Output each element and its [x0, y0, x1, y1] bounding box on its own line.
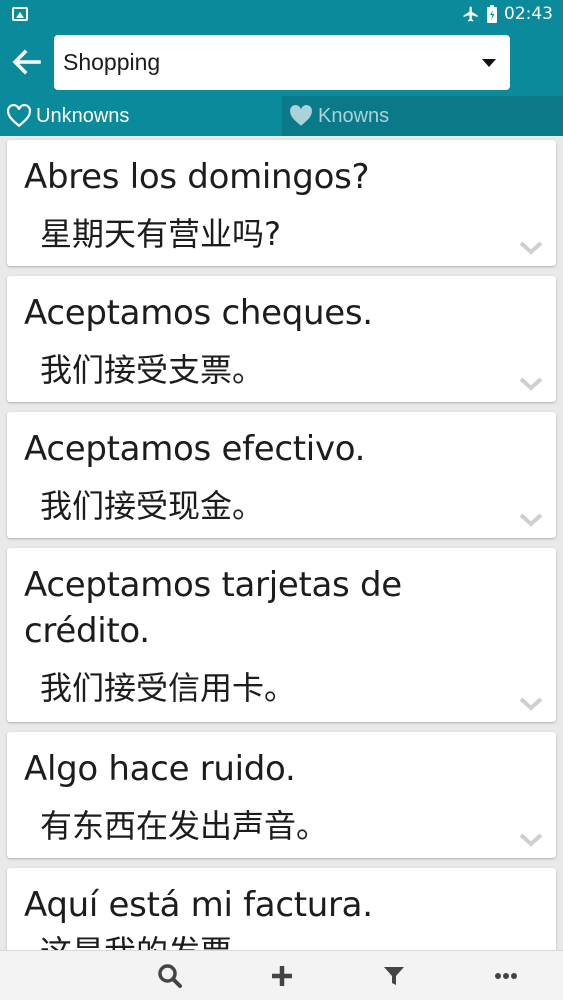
battery-icon [487, 5, 497, 23]
add-button[interactable] [265, 959, 299, 993]
phrase-spanish: Algo hace ruido. [24, 749, 296, 789]
phrase-card[interactable]: Aceptamos tarjetas de crédito. 我们接受信用卡。 [7, 548, 556, 722]
phrase-chinese: 我们接受现金。 [40, 487, 265, 525]
search-icon [158, 964, 182, 988]
phrase-spanish: Abres los domingos? [24, 157, 370, 197]
phrase-list: Abres los domingos? 星期天有营业吗? Aceptamos c… [0, 136, 563, 950]
back-button[interactable] [6, 42, 46, 82]
category-dropdown[interactable]: Shopping [54, 35, 510, 90]
filter-tabs: Unknowns Knowns [0, 96, 563, 136]
phrase-chinese: 这是我的发票。 [40, 932, 264, 950]
search-button[interactable] [153, 959, 187, 993]
status-right: 02:43 [462, 4, 553, 24]
more-button[interactable] [489, 959, 523, 993]
phrase-spanish: Aceptamos cheques. [24, 293, 373, 333]
chevron-down-icon[interactable] [518, 696, 544, 712]
phrase-card[interactable]: Abres los domingos? 星期天有营业吗? [7, 140, 556, 266]
filter-icon [384, 967, 404, 985]
status-bar: 02:43 [0, 0, 563, 30]
caret-down-icon [482, 59, 496, 67]
phrase-spanish: Aquí está mi factura. [24, 885, 373, 925]
phrase-chinese: 我们接受支票。 [40, 351, 265, 389]
status-time: 02:43 [504, 4, 553, 24]
phrase-spanish: Aceptamos tarjetas de crédito. [24, 565, 402, 651]
app-bar: Shopping [0, 30, 563, 96]
phrase-chinese: 我们接受信用卡。 [40, 669, 297, 707]
chevron-down-icon[interactable] [518, 240, 544, 256]
phrase-chinese: 有东西在发出声音。 [40, 807, 329, 845]
chevron-down-icon[interactable] [518, 832, 544, 848]
bottom-toolbar [0, 950, 563, 1000]
phrase-card[interactable]: Aquí está mi factura. 这是我的发票。 [7, 868, 556, 950]
tab-knowns-label: Knowns [318, 104, 390, 127]
category-selected-value: Shopping [63, 49, 161, 75]
tab-knowns[interactable]: Knowns [282, 96, 563, 136]
filter-button[interactable] [377, 959, 411, 993]
plus-icon [272, 966, 292, 986]
image-notification-icon [12, 7, 28, 21]
heart-outline-icon [7, 104, 31, 128]
airplane-mode-icon [463, 6, 478, 22]
phrase-card[interactable]: Aceptamos efectivo. 我们接受现金。 [7, 412, 556, 538]
tab-unknowns-label: Unknowns [36, 104, 130, 127]
chevron-down-icon[interactable] [518, 512, 544, 528]
chevron-down-icon[interactable] [518, 376, 544, 392]
phrase-card[interactable]: Aceptamos cheques. 我们接受支票。 [7, 276, 556, 402]
more-icon [495, 973, 517, 979]
phrase-chinese: 星期天有营业吗? [40, 215, 281, 253]
phrase-card[interactable]: Algo hace ruido. 有东西在发出声音。 [7, 732, 556, 858]
phrase-spanish: Aceptamos efectivo. [24, 429, 366, 469]
tab-unknowns[interactable]: Unknowns [0, 96, 282, 136]
heart-filled-icon [290, 105, 312, 126]
arrow-left-icon [12, 49, 41, 75]
